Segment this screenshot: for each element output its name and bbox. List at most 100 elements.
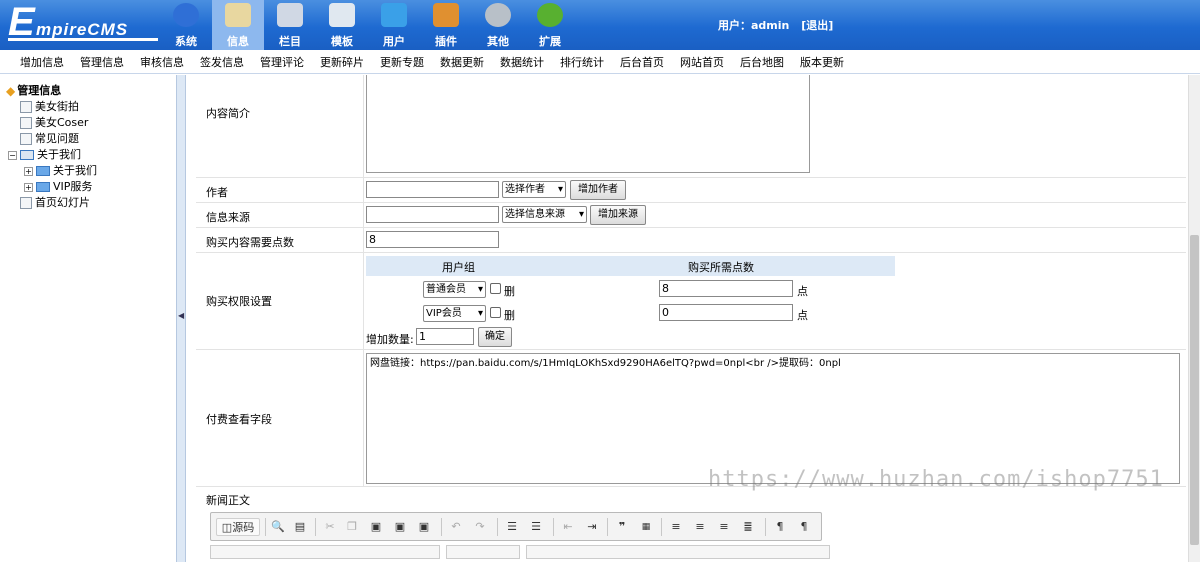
empirecms-logo: E mpireCMS bbox=[6, 0, 166, 44]
add-count-input[interactable] bbox=[416, 328, 474, 345]
nav-item-0[interactable]: 系统 bbox=[160, 0, 212, 50]
font-select[interactable] bbox=[446, 545, 520, 559]
perm-group-select[interactable]: VIP会员 bbox=[423, 305, 486, 322]
subnav-link[interactable]: 后台首页 bbox=[620, 54, 664, 70]
add-source-button[interactable]: 增加来源 bbox=[590, 205, 646, 225]
numbered-list-icon[interactable]: ☰ bbox=[503, 518, 521, 536]
folder-icon bbox=[20, 150, 34, 160]
blockquote-icon[interactable]: ❞ bbox=[613, 518, 631, 536]
author-input[interactable] bbox=[366, 181, 499, 198]
bullet-list-icon[interactable]: ☰ bbox=[527, 518, 545, 536]
nav-item-3[interactable]: 模板 bbox=[316, 0, 368, 50]
tree-group[interactable]: − 关于我们 bbox=[6, 147, 175, 163]
tree-child[interactable]: + VIP服务 bbox=[6, 179, 175, 195]
subnav-link[interactable]: 增加信息 bbox=[20, 54, 64, 70]
perm-delete-label: 删 bbox=[504, 285, 515, 298]
subnav-link[interactable]: 管理信息 bbox=[80, 54, 124, 70]
perm-group-select[interactable]: 普通会员 bbox=[423, 281, 486, 298]
subnav-link[interactable]: 数据统计 bbox=[500, 54, 544, 70]
subnav-link[interactable]: 签发信息 bbox=[200, 54, 244, 70]
paid-textarea[interactable]: 网盘链接：https://pan.baidu.com/s/1HmIqLOKhSx… bbox=[366, 353, 1180, 484]
perm-delete-checkbox[interactable] bbox=[490, 283, 501, 294]
nav-item-6[interactable]: 其他 bbox=[472, 0, 524, 50]
subnav-link[interactable]: 管理评论 bbox=[260, 54, 304, 70]
confirm-button[interactable]: 确定 bbox=[478, 327, 512, 347]
perm-col-points: 购买所需点数 bbox=[688, 261, 754, 274]
tree-child[interactable]: + 关于我们 bbox=[6, 163, 175, 179]
undo-icon[interactable]: ↶ bbox=[447, 518, 465, 536]
subnav-link[interactable]: 排行统计 bbox=[560, 54, 604, 70]
points-row: 购买内容需要点数 bbox=[196, 228, 1186, 253]
summary-textarea[interactable] bbox=[366, 75, 810, 173]
perm-unit-label: 点 bbox=[797, 285, 808, 298]
expand-icon[interactable]: + bbox=[24, 182, 33, 192]
perm-points-input[interactable] bbox=[659, 304, 793, 321]
logout-link[interactable]: [退出] bbox=[801, 19, 833, 32]
outdent-icon[interactable]: ⇤ bbox=[559, 518, 577, 536]
points-input[interactable] bbox=[366, 231, 499, 248]
source-button[interactable]: ◫源码 bbox=[216, 518, 260, 536]
paste-icon[interactable]: ▣ bbox=[367, 518, 385, 536]
nav-item-4[interactable]: 用户 bbox=[368, 0, 420, 50]
left-panel: ◆ 管理信息 美女街拍 美女Coser 常见问题 − 关于我们 + 关于我们 + VI… bbox=[0, 75, 175, 562]
collapse-icon[interactable]: − bbox=[8, 150, 17, 160]
tree-item[interactable]: 美女Coser bbox=[6, 115, 175, 131]
page-icon bbox=[20, 133, 32, 145]
subnav-link[interactable]: 后台地图 bbox=[740, 54, 784, 70]
subnav-link[interactable]: 版本更新 bbox=[800, 54, 844, 70]
ltr-icon[interactable]: ¶ bbox=[771, 518, 789, 536]
folder-icon bbox=[36, 166, 50, 176]
format-select[interactable] bbox=[210, 545, 440, 559]
paid-label: 付费查看字段 bbox=[206, 413, 272, 426]
rtl-icon[interactable]: ¶ bbox=[795, 518, 813, 536]
nav-item-2[interactable]: 栏目 bbox=[264, 0, 316, 50]
perm-points-input[interactable] bbox=[659, 280, 793, 297]
align-center-icon[interactable]: ≡ bbox=[691, 518, 709, 536]
perm-delete-checkbox[interactable] bbox=[490, 307, 501, 318]
align-left-icon[interactable]: ≡ bbox=[667, 518, 685, 536]
document-edit-icon bbox=[225, 3, 251, 27]
perm-unit-label: 点 bbox=[797, 309, 808, 322]
size-select[interactable] bbox=[526, 545, 830, 559]
perm-table-header: 用户组 购买所需点数 bbox=[366, 256, 895, 276]
nav-item-7[interactable]: 扩展 bbox=[524, 0, 576, 50]
scrollbar-thumb[interactable] bbox=[1190, 235, 1199, 545]
paste-word-icon[interactable]: ▣ bbox=[415, 518, 433, 536]
nav-item-5[interactable]: 插件 bbox=[420, 0, 472, 50]
tree-item[interactable]: 首页幻灯片 bbox=[6, 195, 175, 211]
logo-text: mpireCMS bbox=[36, 20, 129, 39]
align-right-icon[interactable]: ≡ bbox=[715, 518, 733, 536]
paste-text-icon[interactable]: ▣ bbox=[391, 518, 409, 536]
collapse-arrow-icon[interactable]: ◀ bbox=[178, 311, 184, 320]
add-author-button[interactable]: 增加作者 bbox=[570, 180, 626, 200]
expand-icon[interactable]: + bbox=[24, 166, 33, 176]
tree-root[interactable]: ◆ 管理信息 bbox=[6, 83, 175, 99]
tools-icon bbox=[433, 3, 459, 27]
align-justify-icon[interactable]: ≣ bbox=[739, 518, 757, 536]
subnav-link[interactable]: 更新专题 bbox=[380, 54, 424, 70]
panel-splitter[interactable]: ◀ bbox=[176, 75, 186, 562]
author-select[interactable]: 选择作者 bbox=[502, 181, 566, 198]
print-icon[interactable]: ▤ bbox=[291, 518, 309, 536]
points-label: 购买内容需要点数 bbox=[206, 236, 294, 249]
summary-row: 内容简介 bbox=[196, 75, 1186, 178]
subnav-link[interactable]: 审核信息 bbox=[140, 54, 184, 70]
page-scrollbar[interactable] bbox=[1188, 75, 1200, 562]
tree-item[interactable]: 常见问题 bbox=[6, 131, 175, 147]
globe-icon bbox=[173, 3, 199, 27]
preview-icon[interactable]: 🔍 bbox=[269, 518, 287, 536]
top-header: E mpireCMS 系统 信息 栏目 模板 用户 插件 其他 扩展 用户：admin [退出… bbox=[0, 0, 1200, 50]
source-input[interactable] bbox=[366, 206, 499, 223]
redo-icon[interactable]: ↷ bbox=[471, 518, 489, 536]
tree-item[interactable]: 美女街拍 bbox=[6, 99, 175, 115]
subnav-link[interactable]: 更新碎片 bbox=[320, 54, 364, 70]
nav-item-1[interactable]: 信息 bbox=[212, 0, 264, 50]
copy-icon[interactable]: ❐ bbox=[343, 518, 361, 536]
cut-icon[interactable]: ✂ bbox=[321, 518, 339, 536]
add-count-label: 增加数量: bbox=[366, 333, 414, 346]
subnav-link[interactable]: 网站首页 bbox=[680, 54, 724, 70]
indent-icon[interactable]: ⇥ bbox=[583, 518, 601, 536]
source-select[interactable]: 选择信息来源 bbox=[502, 206, 587, 223]
div-icon[interactable]: ▦ bbox=[637, 518, 655, 536]
subnav-link[interactable]: 数据更新 bbox=[440, 54, 484, 70]
